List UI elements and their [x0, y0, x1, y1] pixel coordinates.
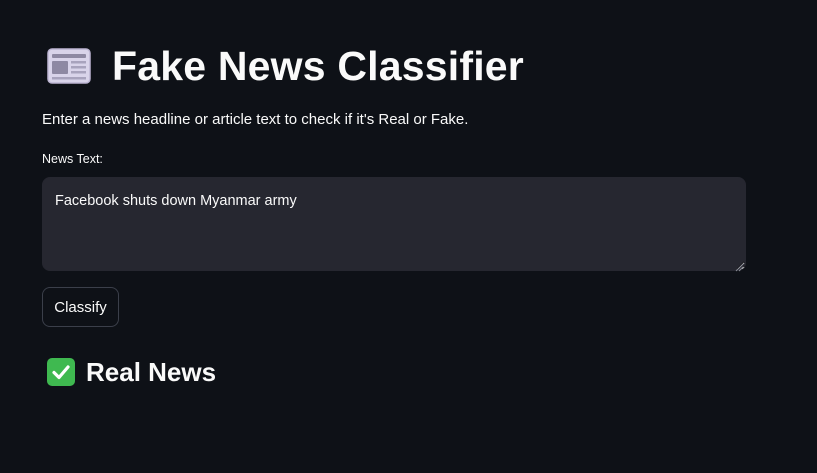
title-row: Fake News Classifier — [46, 42, 524, 90]
page-title: Fake News Classifier — [112, 42, 524, 89]
app-container: Fake News Classifier Enter a news headli… — [0, 0, 817, 473]
resize-handle-icon[interactable] — [734, 259, 744, 272]
check-mark-icon — [46, 357, 76, 387]
result-label: Real News — [86, 356, 217, 387]
page-description: Enter a news headline or article text to… — [42, 111, 469, 128]
news-text-label: News Text: — [42, 152, 103, 166]
result-message: Real News — [46, 356, 216, 388]
classify-button[interactable]: Classify — [42, 287, 119, 327]
news-text-input[interactable]: Facebook shuts down Myanmar army — [42, 177, 746, 271]
newspaper-icon — [46, 46, 92, 86]
